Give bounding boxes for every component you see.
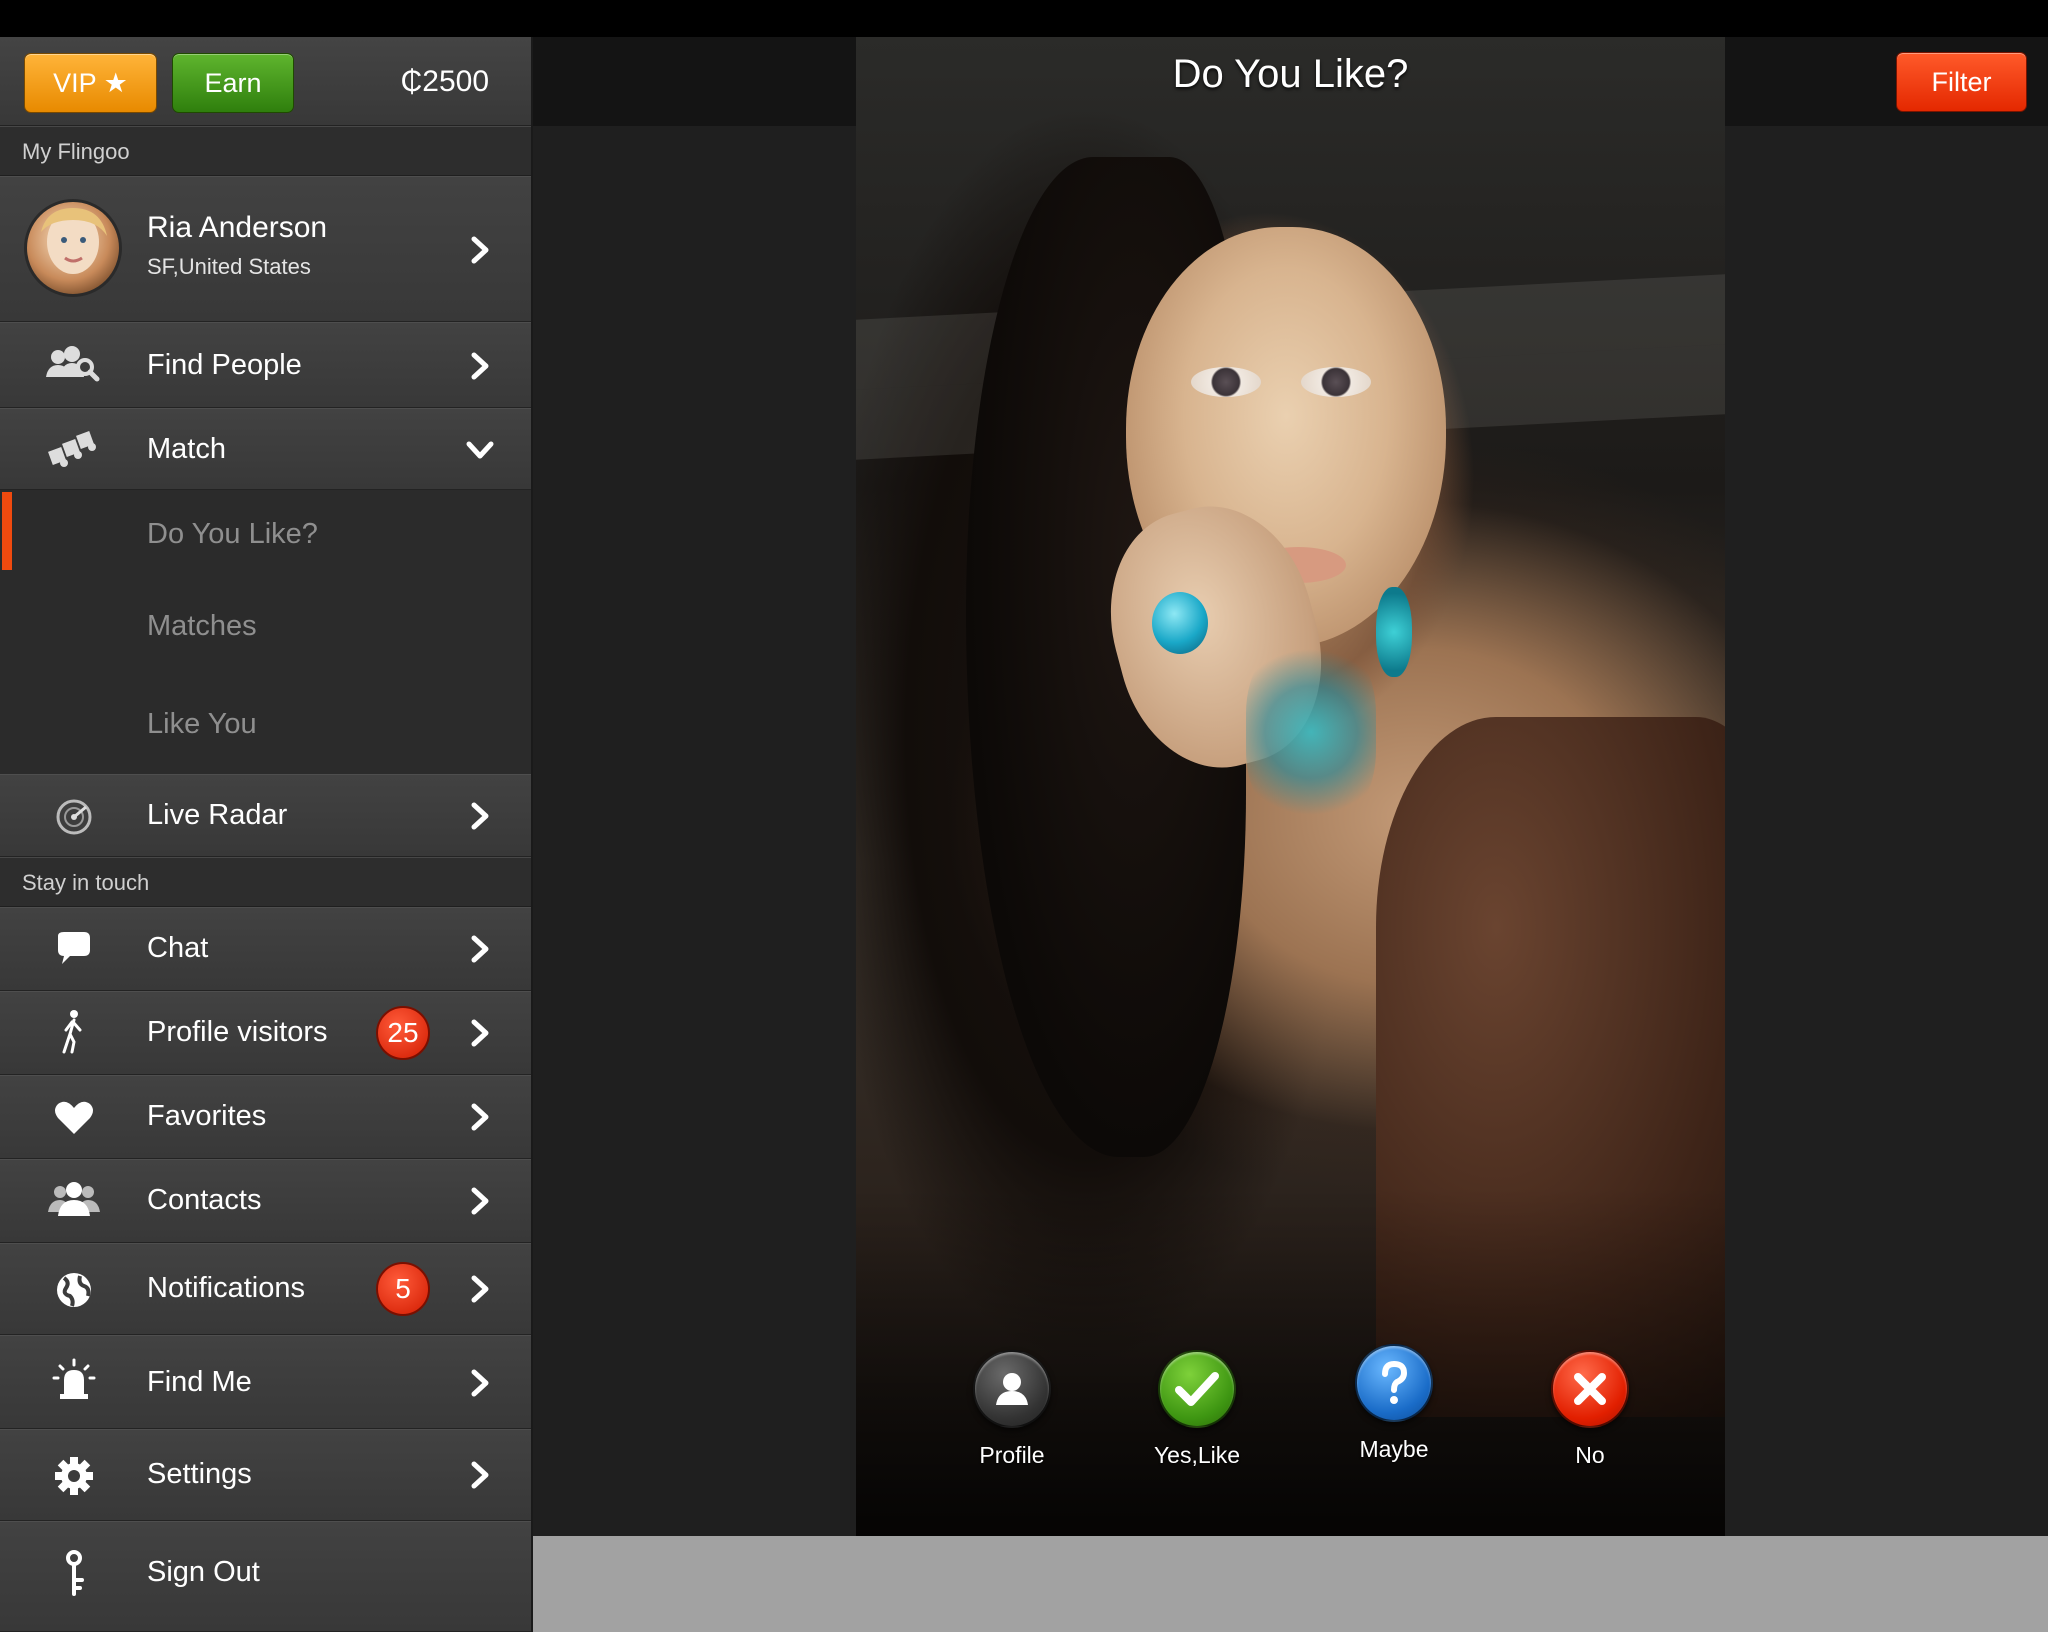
sidebar: VIP ★ Earn ₵2500 My Flingoo Ria Anderson…	[0, 37, 533, 1632]
sidebar-item-label: Chat	[147, 932, 209, 964]
checkmark-icon	[1175, 1372, 1219, 1406]
submenu-item-label: Do You Like?	[147, 518, 318, 550]
page-title: Do You Like?	[1172, 52, 1409, 96]
sidebar-item-label: Settings	[147, 1458, 252, 1490]
key-icon	[66, 1550, 84, 1596]
profile-photo[interactable]	[856, 37, 1725, 1536]
submenu-item-like-you[interactable]: Like You	[0, 674, 531, 774]
sidebar-item-label: Sign Out	[147, 1556, 260, 1588]
question-mark-icon	[1382, 1360, 1408, 1404]
photo-eye	[1301, 367, 1371, 397]
chevron-right-icon	[471, 1461, 489, 1489]
sidebar-item-sign-out[interactable]: Sign Out	[0, 1521, 531, 1632]
chevron-right-icon	[471, 236, 489, 264]
earn-button[interactable]: Earn	[172, 53, 294, 113]
no-circle[interactable]	[1551, 1350, 1629, 1428]
sidebar-item-settings[interactable]: Settings	[0, 1429, 531, 1521]
maybe-action[interactable]: Maybe	[1334, 1344, 1454, 1463]
chevron-down-icon	[466, 441, 494, 459]
sidebar-item-label: Find Me	[147, 1366, 252, 1398]
person-icon	[996, 1373, 1028, 1405]
bottom-panel	[533, 1536, 2048, 1632]
sidebar-item-find-people[interactable]: Find People	[0, 322, 531, 408]
yes-like-action[interactable]: Yes,Like	[1137, 1350, 1257, 1469]
find-people-icon	[46, 346, 100, 382]
gear-icon	[55, 1457, 93, 1495]
maybe-action-label: Maybe	[1359, 1436, 1429, 1462]
sidebar-item-notifications[interactable]: Notifications 5	[0, 1243, 531, 1335]
chevron-right-icon	[471, 935, 489, 963]
sidebar-profile[interactable]: Ria Anderson SF,United States	[0, 176, 531, 322]
visitors-badge: 25	[376, 1006, 430, 1060]
sidebar-item-live-radar[interactable]: Live Radar	[0, 774, 531, 857]
submenu-item-label: Matches	[147, 610, 257, 642]
sidebar-item-label: Profile visitors	[147, 1016, 328, 1048]
submenu-item-matches[interactable]: Matches	[0, 580, 531, 674]
chevron-right-icon	[471, 1187, 489, 1215]
section-label-stay: Stay in touch	[0, 857, 531, 907]
siren-icon	[52, 1358, 96, 1399]
status-bar	[0, 0, 2048, 37]
notifications-badge: 5	[376, 1262, 430, 1316]
walking-person-icon	[62, 1010, 82, 1054]
yes-like-circle[interactable]	[1158, 1350, 1236, 1428]
avatar-image	[41, 208, 107, 274]
chevron-right-icon	[471, 802, 489, 830]
no-action[interactable]: No	[1530, 1350, 1650, 1469]
maybe-circle[interactable]	[1355, 1344, 1433, 1422]
photo-ring	[1152, 592, 1208, 654]
puzzle-icon	[48, 431, 96, 467]
vip-button[interactable]: VIP ★	[24, 53, 157, 113]
chevron-right-icon	[471, 1019, 489, 1047]
sidebar-item-label: Live Radar	[147, 799, 288, 831]
heart-icon	[55, 1101, 93, 1134]
profile-name: Ria Anderson	[147, 211, 328, 244]
sidebar-item-favorites[interactable]: Favorites	[0, 1075, 531, 1159]
photo-necklace	[1246, 637, 1376, 827]
profile-action[interactable]: Profile	[952, 1350, 1072, 1469]
chevron-right-icon	[471, 1275, 489, 1303]
sidebar-item-label: Match	[147, 433, 226, 465]
coin-balance: ₵2500	[400, 65, 489, 98]
avatar	[24, 199, 122, 297]
sidebar-item-label: Find People	[147, 349, 302, 381]
sidebar-item-chat[interactable]: Chat	[0, 907, 531, 991]
photo-eye	[1191, 367, 1261, 397]
profile-action-label: Profile	[979, 1442, 1045, 1468]
submenu-item-do-you-like[interactable]: Do You Like?	[0, 490, 531, 580]
contacts-icon	[48, 1182, 100, 1216]
no-action-label: No	[1575, 1442, 1605, 1468]
chevron-right-icon	[471, 352, 489, 380]
sidebar-item-label: Notifications	[147, 1272, 305, 1304]
sidebar-item-label: Favorites	[147, 1100, 267, 1132]
radar-icon	[56, 799, 92, 835]
submenu-item-label: Like You	[147, 708, 257, 740]
chevron-right-icon	[471, 1103, 489, 1131]
sidebar-header: VIP ★ Earn ₵2500	[0, 37, 531, 126]
photo-earring	[1376, 587, 1412, 677]
close-icon	[1574, 1373, 1606, 1405]
yes-like-action-label: Yes,Like	[1153, 1442, 1241, 1468]
chat-bubble-icon	[58, 932, 90, 964]
sidebar-item-contacts[interactable]: Contacts	[0, 1159, 531, 1243]
profile-circle[interactable]	[973, 1350, 1051, 1428]
sidebar-item-profile-visitors[interactable]: Profile visitors 25	[0, 991, 531, 1075]
sidebar-item-label: Contacts	[147, 1184, 262, 1216]
filter-button[interactable]: Filter	[1896, 52, 2027, 112]
globe-icon	[57, 1273, 91, 1307]
section-label-my: My Flingoo	[0, 126, 531, 176]
sidebar-item-find-me[interactable]: Find Me	[0, 1335, 531, 1429]
sidebar-item-match[interactable]: Match	[0, 408, 531, 490]
chevron-right-icon	[471, 1369, 489, 1397]
profile-location: SF,United States	[147, 254, 311, 279]
